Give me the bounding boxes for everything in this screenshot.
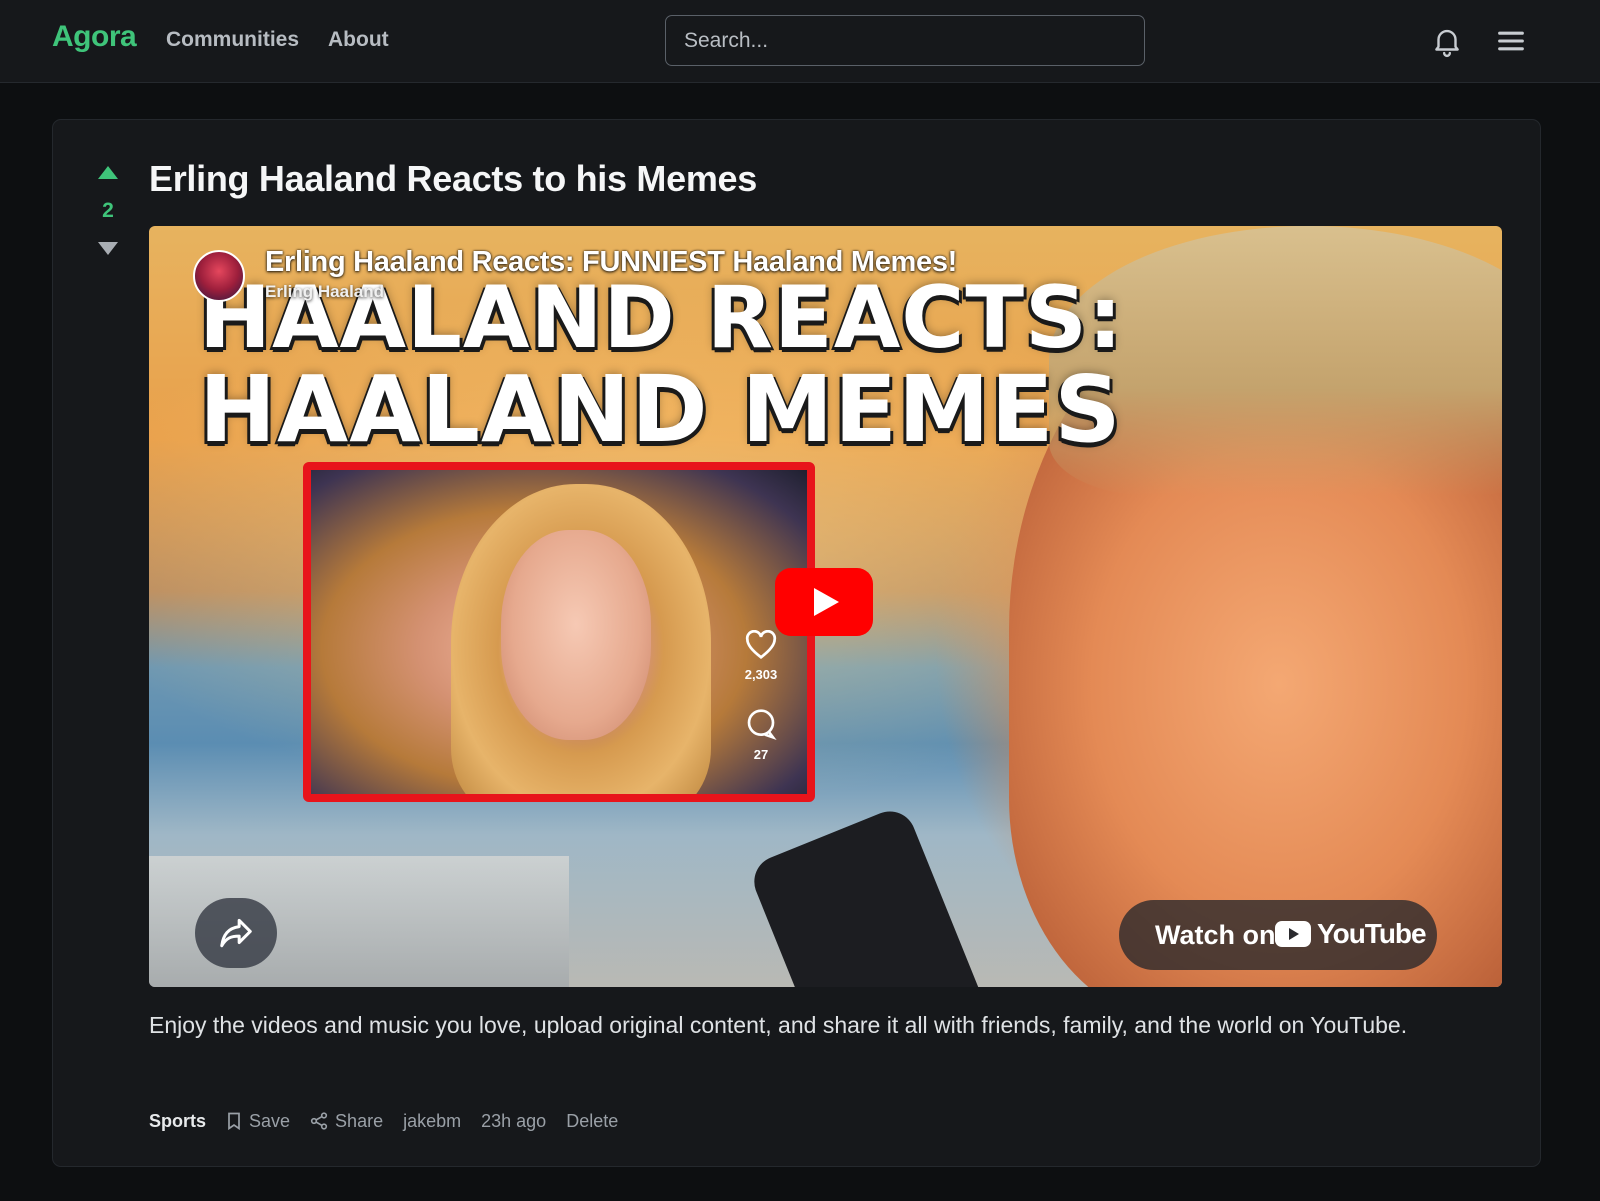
nav-link-about[interactable]: About xyxy=(328,28,389,52)
youtube-logo-icon xyxy=(1275,920,1311,948)
search-input[interactable] xyxy=(665,15,1145,66)
bookmark-icon xyxy=(228,1112,240,1130)
share-button[interactable]: Share xyxy=(310,1111,383,1132)
inset-face xyxy=(501,530,651,740)
video-title[interactable]: Erling Haaland Reacts: FUNNIEST Haaland … xyxy=(265,246,957,279)
share-nodes-icon xyxy=(310,1112,328,1130)
youtube-wordmark: YouTube xyxy=(1317,918,1427,949)
comment-bubble-icon xyxy=(747,709,777,740)
heart-icon xyxy=(745,629,777,659)
post-title[interactable]: Erling Haaland Reacts to his Memes xyxy=(149,158,757,200)
save-button[interactable]: Save xyxy=(226,1111,290,1132)
upvote-icon[interactable] xyxy=(96,164,120,182)
delete-button[interactable]: Delete xyxy=(566,1111,618,1132)
downvote-icon[interactable] xyxy=(96,239,120,257)
site-logo[interactable]: Agora xyxy=(52,20,137,54)
likes-stat: 2,303 xyxy=(739,629,783,682)
share-label: Share xyxy=(335,1110,384,1131)
vote-score: 2 xyxy=(102,199,114,222)
video-embed[interactable]: HAALAND REACTS: HAALAND MEMES 2,303 27 E… xyxy=(149,226,1502,987)
share-arrow-icon xyxy=(220,918,252,948)
comments-stat: 27 xyxy=(739,708,783,762)
video-share-button[interactable] xyxy=(195,898,277,968)
channel-avatar[interactable] xyxy=(193,250,245,302)
watch-on-label: Watch on xyxy=(1155,920,1276,950)
bell-icon[interactable] xyxy=(1430,24,1464,58)
post-timestamp: 23h ago xyxy=(481,1110,547,1131)
hamburger-menu-icon[interactable] xyxy=(1494,24,1528,58)
top-nav: Agora Communities About xyxy=(0,0,1600,83)
community-link[interactable]: Sports xyxy=(149,1111,206,1132)
post-card: 2 Erling Haaland Reacts to his Memes HAA… xyxy=(52,119,1541,1167)
watch-on-youtube-button[interactable]: Watch on YouTube xyxy=(1119,900,1437,970)
author-link[interactable]: jakebm xyxy=(403,1111,461,1132)
save-label: Save xyxy=(249,1110,291,1131)
post-footer: Sports Save Share jakebm 23h ago Delete xyxy=(149,1107,638,1135)
likes-count: 2,303 xyxy=(744,667,778,682)
play-button-icon[interactable] xyxy=(775,568,873,636)
thumbnail-headline-2: HAALAND MEMES xyxy=(199,356,1122,463)
video-channel-name[interactable]: Erling Haaland xyxy=(265,282,384,302)
nav-link-communities[interactable]: Communities xyxy=(166,28,299,52)
post-description: Enjoy the videos and music you love, upl… xyxy=(149,1012,1408,1038)
comments-count: 27 xyxy=(753,747,769,762)
